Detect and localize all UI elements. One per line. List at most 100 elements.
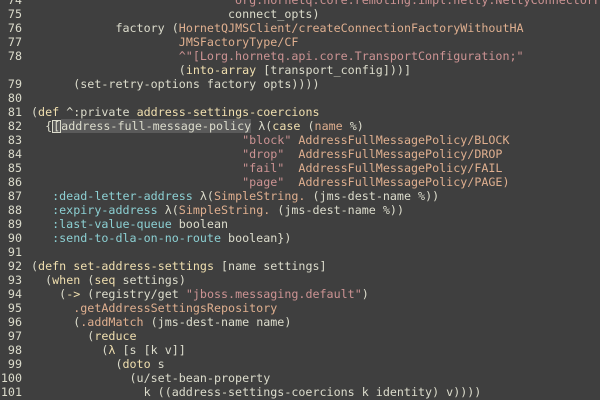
line-number: 84	[7, 147, 22, 161]
code-token: case	[272, 119, 301, 133]
code-line[interactable]: (into-array [transport_config]))]	[0, 63, 600, 77]
code-line[interactable]: 93 (when (seq settings)	[0, 273, 600, 287]
line-text: (when (seq settings)	[31, 273, 186, 287]
code-line[interactable]: 77 JMSFactoryType/CF	[0, 35, 600, 49]
line-number: 76	[7, 21, 22, 35]
code-area[interactable]: 74 "org.hornetq.core.remoting.impl.netty…	[0, 0, 600, 399]
code-token: doto	[122, 357, 151, 371]
code-token: (	[31, 357, 123, 371]
code-token: "org.hornetq.core.remoting.impl.netty.Ne…	[31, 0, 600, 7]
line-number: 100	[0, 371, 22, 385]
code-token: (	[31, 329, 95, 343]
line-number: 91	[7, 245, 22, 259]
code-line[interactable]: 80	[0, 91, 600, 105]
code-line[interactable]: 87 :dead-letter-address λ(SimpleString. …	[0, 189, 600, 203]
code-token: defn	[38, 259, 67, 273]
line-text: (.addMatch (jms-dest-name name)	[31, 315, 291, 329]
code-line[interactable]: 95 .getAddressSettingsRepository	[0, 301, 600, 315]
line-text: factory (HornetQJMSClient/createConnecti…	[31, 21, 523, 35]
code-line[interactable]: 88 :expiry-address λ(SimpleString. (jms-…	[0, 203, 600, 217]
line-number: 87	[7, 189, 22, 203]
line-number: 101	[0, 385, 22, 399]
line-number: 94	[7, 287, 22, 301]
code-line[interactable]: 89 :last-value-queue boolean	[0, 217, 600, 231]
line-number: 74	[7, 0, 22, 7]
line-text: (λ [s [k v]]	[31, 343, 185, 357]
line-number: 99	[7, 357, 22, 371]
line-number: 92	[7, 259, 22, 273]
code-line[interactable]: 99 (doto s	[0, 357, 600, 371]
code-token: :send-to-dla-on-no-route	[31, 231, 221, 245]
code-token: [transport_config]))]	[256, 63, 411, 77]
code-token: (	[80, 273, 95, 287]
code-token: def	[38, 105, 60, 119]
line-text: (doto s	[31, 357, 164, 371]
code-line[interactable]: 81 (def ^:private address-settings-coerci…	[0, 105, 600, 119]
line-number: 81	[7, 105, 22, 119]
line-number: 95	[7, 301, 22, 315]
code-token: AddressFullMessagePolicy/PAGE)	[284, 175, 510, 189]
code-token: ^:private	[59, 105, 137, 119]
code-line[interactable]: 76 factory (HornetQJMSClient/createConne…	[0, 21, 600, 35]
code-line[interactable]: 84 "drop" AddressFullMessagePolicy/DROP	[0, 147, 600, 161]
code-token: boolean})	[221, 231, 292, 245]
code-line[interactable]: 75 connect_opts)	[0, 7, 600, 21]
line-text: (into-array [transport_config]))]	[31, 63, 411, 77]
code-token: reduce	[94, 329, 137, 343]
line-number: 96	[7, 315, 22, 329]
code-token: set-address-settings	[73, 259, 214, 273]
code-token: (jms-dest-name %))	[270, 203, 404, 217]
code-line[interactable]: 94 (-> (registry/get "jboss.messaging.de…	[0, 287, 600, 301]
code-line[interactable]: 92 (defn set-address-settings [name setti…	[0, 259, 600, 273]
code-token: when	[52, 273, 81, 287]
line-text: :expiry-address λ(SimpleString. (jms-des…	[31, 203, 404, 217]
code-line[interactable]: 101 k ((address-settings-coercions k ide…	[0, 385, 600, 399]
line-number: 78	[7, 49, 22, 63]
line-number: 93	[7, 273, 22, 287]
code-token: (registry/get	[80, 287, 186, 301]
line-number: 88	[7, 203, 22, 217]
code-editor[interactable]: 74 "org.hornetq.core.remoting.impl.netty…	[0, 0, 600, 400]
line-number: 98	[7, 343, 22, 357]
code-line[interactable]: 79 (set-retry-options factory opts))))	[0, 77, 600, 91]
code-line[interactable]: 74 "org.hornetq.core.remoting.impl.netty…	[0, 0, 600, 7]
line-text: (u/set-bean-property	[31, 371, 271, 385]
code-line[interactable]: 91	[0, 245, 600, 259]
code-line[interactable]: 98 (λ [s [k v]]	[0, 343, 600, 357]
code-line[interactable]: 86 "page" AddressFullMessagePolicy/PAGE)	[0, 175, 600, 189]
line-text: "fail" AddressFullMessagePolicy/FAIL	[31, 161, 502, 175]
code-token: (	[31, 287, 67, 301]
code-token: (	[31, 63, 186, 77]
code-token: "jboss.messaging.default"	[185, 287, 362, 301]
line-text: "page" AddressFullMessagePolicy/PAGE)	[31, 175, 510, 189]
line-number: 83	[7, 133, 22, 147]
code-token: (	[31, 105, 39, 119]
code-line[interactable]: 82 {[address-full-message-policy λ(case …	[0, 119, 600, 133]
line-number: 97	[7, 329, 22, 343]
code-line[interactable]: 85 "fail" AddressFullMessagePolicy/FAIL	[0, 161, 600, 175]
code-token: :dead-letter-address	[31, 189, 193, 203]
code-line[interactable]: 100 (u/set-bean-property	[0, 371, 600, 385]
line-number: 90	[7, 231, 22, 245]
code-line[interactable]: 96 (.addMatch (jms-dest-name name)	[0, 315, 600, 329]
line-text: connect_opts)	[31, 7, 319, 21]
line-number: 86	[7, 175, 22, 189]
code-token: boolean	[171, 217, 229, 231]
line-text: (-> (registry/get "jboss.messaging.defau…	[31, 287, 369, 301]
code-token: (jms-dest-name %))	[305, 189, 440, 203]
code-token: address-settings-coercions	[136, 105, 320, 119]
line-text: :send-to-dla-on-no-route boolean})	[31, 231, 291, 245]
code-line[interactable]: 90 :send-to-dla-on-no-route boolean})	[0, 231, 600, 245]
line-text: "org.hornetq.core.remoting.impl.netty.Ne…	[31, 0, 600, 7]
code-token: (u/set-bean-property	[31, 371, 271, 385]
code-token: λ(	[251, 119, 273, 133]
code-token: :expiry-address	[31, 203, 158, 217]
code-token: "drop"	[31, 147, 285, 161]
code-token: settings)	[115, 273, 186, 287]
code-token: ^"[Lorg.hornetq.api.core.TransportConfig…	[31, 49, 524, 63]
code-token: SimpleString.	[178, 203, 271, 217]
line-number: 82	[7, 119, 22, 133]
code-line[interactable]: 83 "block" AddressFullMessagePolicy/BLOC…	[0, 133, 600, 147]
code-line[interactable]: 97 (reduce	[0, 329, 600, 343]
code-line[interactable]: 78 ^"[Lorg.hornetq.api.core.TransportCon…	[0, 49, 600, 63]
